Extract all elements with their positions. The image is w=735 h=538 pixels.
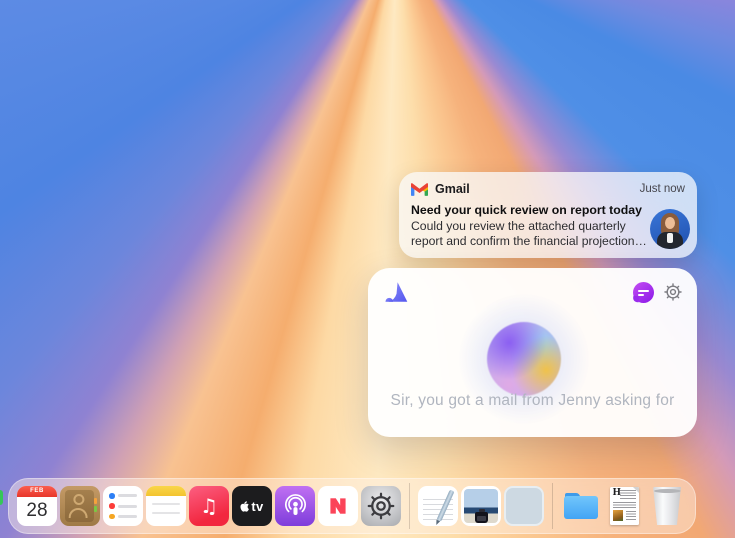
blue-dot xyxy=(109,493,115,499)
notification-timestamp: Just now xyxy=(640,183,685,195)
music-note-icon: ♫ xyxy=(200,496,218,516)
assistant-caption: Sir, you got a mail from Jenny asking fo… xyxy=(368,392,697,410)
line xyxy=(118,494,138,497)
dock-item-rich-text-document[interactable]: H xyxy=(604,486,644,526)
text-lines xyxy=(613,502,636,510)
line xyxy=(118,505,138,508)
dock-item-system-settings[interactable] xyxy=(361,486,401,526)
gmail-notification[interactable]: Gmail Just now Need your quick review on… xyxy=(399,172,697,258)
folder-body xyxy=(564,496,598,519)
notification-subject: Need your quick review on report today xyxy=(411,203,659,217)
gear-icon[interactable] xyxy=(663,282,683,302)
chat-bubble-icon[interactable] xyxy=(633,282,654,303)
podcasts-icon xyxy=(282,493,309,520)
dock-item-trash[interactable] xyxy=(647,486,687,526)
sender-avatar xyxy=(650,209,690,249)
trash-basket-icon xyxy=(652,487,683,525)
line xyxy=(152,503,180,505)
dock-item-apple-tv[interactable]: tv xyxy=(232,486,272,526)
notes-yellow-band xyxy=(146,486,186,496)
red-dot xyxy=(109,503,115,509)
dock-item-news[interactable] xyxy=(318,486,358,526)
apple-logo-icon xyxy=(240,500,250,512)
dock-item-music[interactable]: ♫ xyxy=(189,486,229,526)
inline-image xyxy=(613,510,623,521)
dock-item-reminders[interactable] xyxy=(103,486,143,526)
contacts-person-head xyxy=(73,494,84,505)
avatar-shirt xyxy=(667,233,673,243)
tv-label: tv xyxy=(251,499,263,514)
reminders-row xyxy=(109,493,137,499)
assistant-logo-icon xyxy=(383,280,408,304)
contacts-tab-orange xyxy=(94,498,97,504)
dock-item-image-document[interactable] xyxy=(461,486,501,526)
notification-header: Gmail Just now xyxy=(411,182,685,196)
line xyxy=(152,512,180,514)
line xyxy=(118,515,138,518)
orange-dot xyxy=(109,514,115,520)
gmail-icon xyxy=(411,183,428,196)
dock-item-folder[interactable] xyxy=(561,486,601,526)
widget-actions xyxy=(633,282,683,303)
dock-item-notes[interactable] xyxy=(146,486,186,526)
dock-item-calendar[interactable]: FEB 28 xyxy=(17,486,57,526)
ai-orb xyxy=(487,322,561,396)
partial-app-icon xyxy=(0,490,3,505)
dock-separator xyxy=(552,483,553,529)
news-n-icon xyxy=(325,493,351,519)
contacts-tab-green xyxy=(94,506,97,512)
calendar-day: 28 xyxy=(17,497,57,524)
dock-separator xyxy=(409,483,410,529)
dock-item-textedit[interactable] xyxy=(418,486,458,526)
dock-item-podcasts[interactable] xyxy=(275,486,315,526)
document-page: H xyxy=(610,487,639,525)
assistant-widget: Sir, you got a mail from Jenny asking fo… xyxy=(368,268,697,437)
desktop: Gmail Just now Need your quick review on… xyxy=(0,0,735,538)
calendar-month: FEB xyxy=(17,486,57,497)
avatar-face xyxy=(665,217,675,229)
chat-bubble-tail xyxy=(633,295,640,302)
ink-bottle-icon xyxy=(475,512,488,523)
dock-item-blank-app[interactable] xyxy=(504,486,544,526)
text-lines xyxy=(620,490,636,500)
text-lines xyxy=(626,511,636,520)
notification-app-name: Gmail xyxy=(435,182,470,196)
dock-item-contacts[interactable] xyxy=(60,486,100,526)
reminders-row xyxy=(109,514,137,520)
settings-gear-icon xyxy=(366,491,396,521)
reminders-row xyxy=(109,503,137,509)
dock: FEB 28 ♫ tv xyxy=(8,478,696,534)
notification-body: Could you review the attached quarterly … xyxy=(411,219,649,249)
